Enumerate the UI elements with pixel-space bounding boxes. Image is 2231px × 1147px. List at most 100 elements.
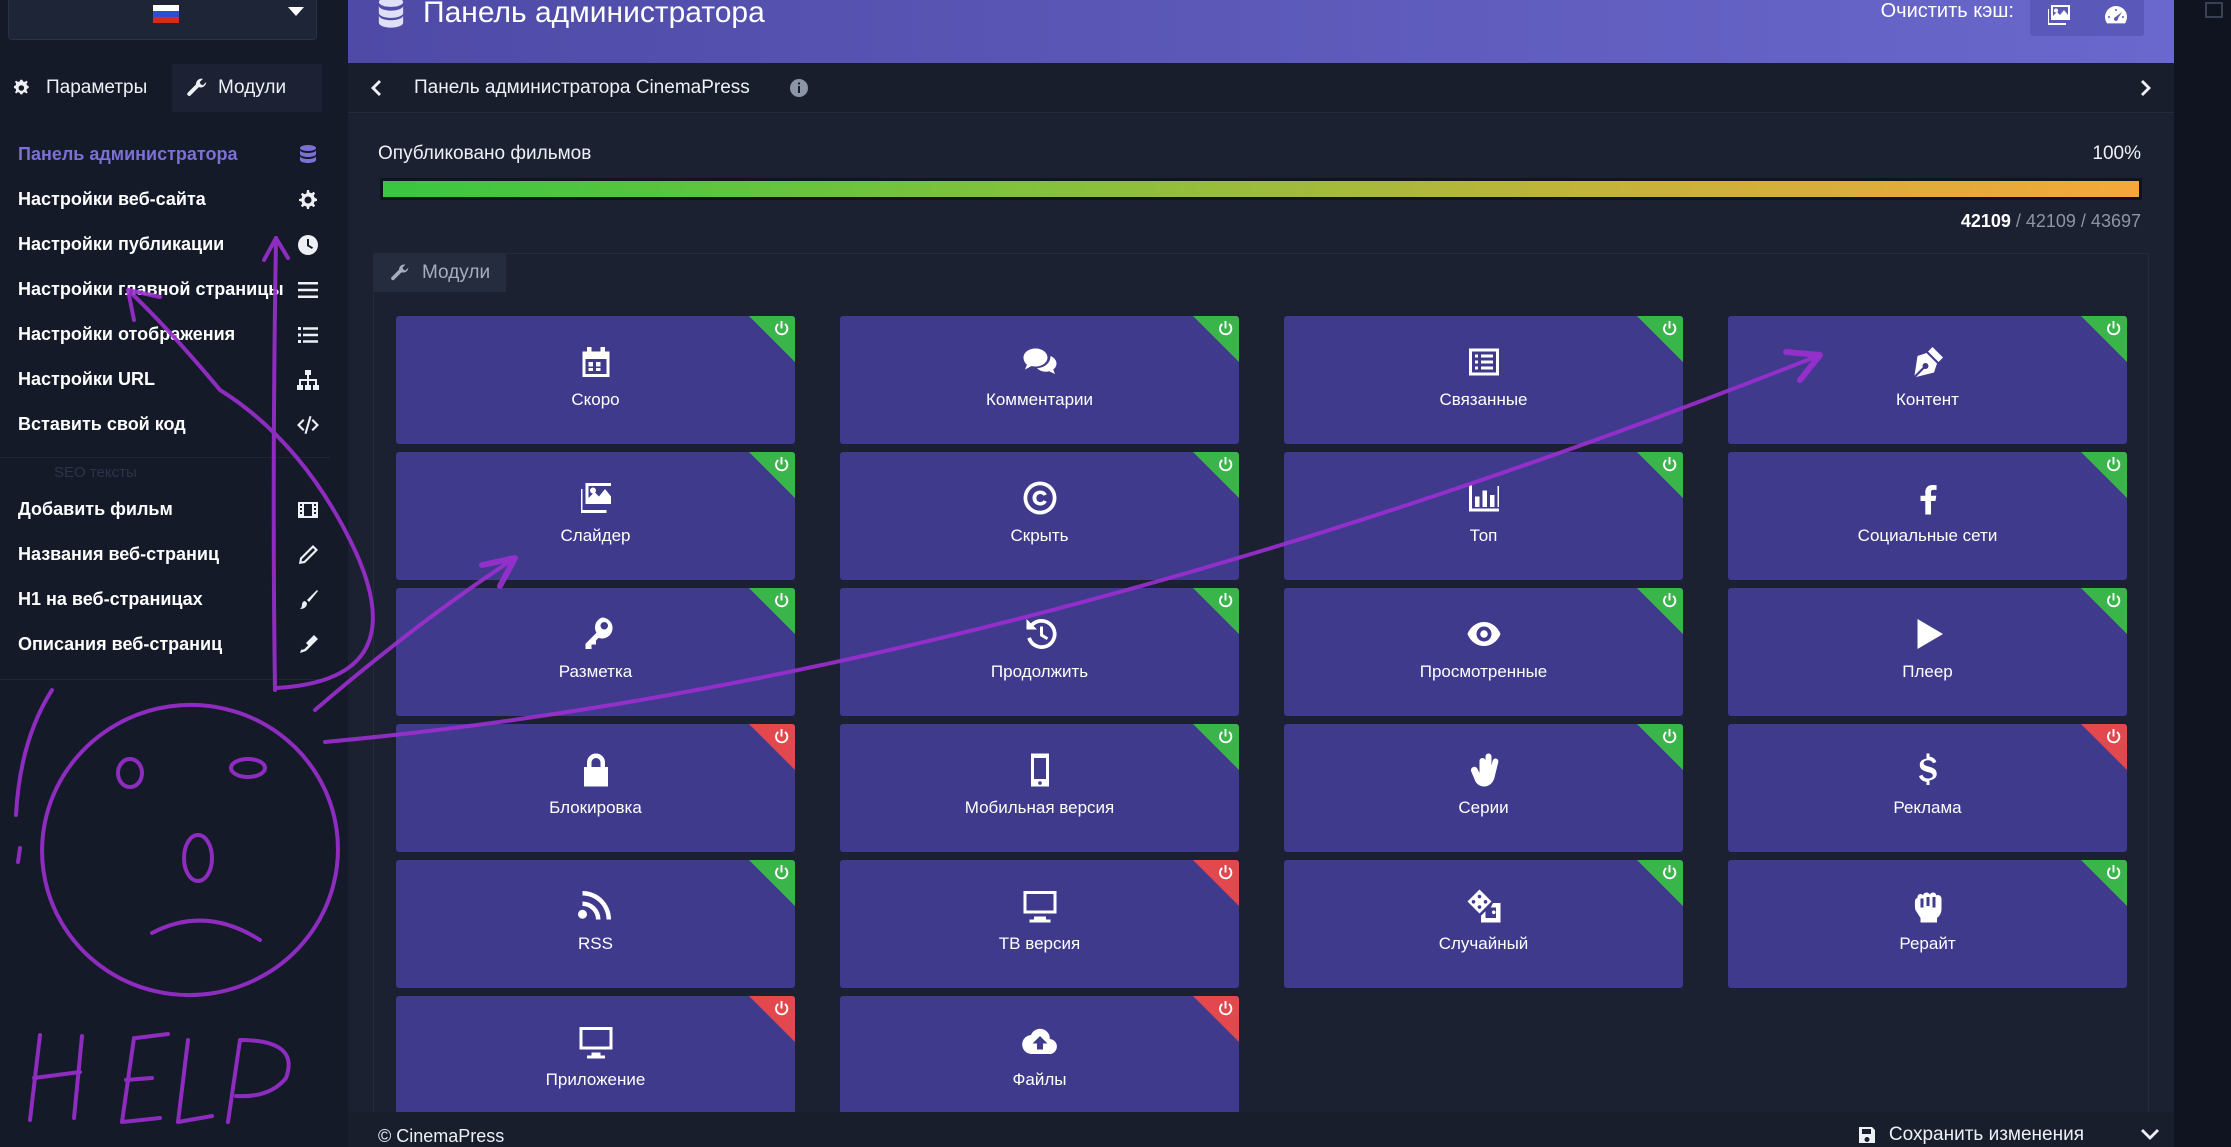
sidebar-item-url-settings[interactable]: Настройки URL (0, 357, 330, 402)
module-card[interactable]: Комментарии (840, 316, 1239, 444)
save-changes-label: Сохранить изменения (1888, 1124, 2084, 1145)
published-progress-bar (380, 178, 2142, 200)
power-icon[interactable] (1217, 1000, 1234, 1017)
power-icon[interactable] (2105, 728, 2122, 745)
sidebar: Параметры Модули Панель администратора Н… (0, 0, 348, 1147)
module-card[interactable]: RSS (396, 860, 795, 988)
language-select[interactable] (8, 0, 317, 40)
module-card[interactable]: Скрыть (840, 452, 1239, 580)
module-card[interactable]: Случайный (1284, 860, 1683, 988)
clear-image-cache-button[interactable] (2030, 0, 2087, 36)
sidebar-item-page-titles[interactable]: Названия веб-страниц (0, 532, 330, 577)
chart-bar-icon (1466, 480, 1502, 516)
module-card[interactable]: Файлы (840, 996, 1239, 1124)
sidebar-item-h1[interactable]: H1 на веб-страницах (0, 577, 330, 622)
clear-speed-cache-button[interactable] (2087, 0, 2144, 36)
module-card[interactable]: Мобильная версия (840, 724, 1239, 852)
hand-spock-icon (1466, 752, 1502, 788)
module-card[interactable]: Связанные (1284, 316, 1683, 444)
chevron-down-icon[interactable] (2140, 1126, 2160, 1142)
module-card-label: Скрыть (1010, 526, 1069, 545)
tab-modules[interactable]: Модули (172, 64, 322, 112)
tab-parameters[interactable]: Параметры (0, 64, 161, 112)
modules-tab[interactable]: Модули (374, 254, 507, 292)
list-alt-icon (1466, 344, 1502, 380)
power-icon[interactable] (773, 456, 790, 473)
save-changes-button[interactable]: Сохранить изменения (1857, 1124, 2084, 1146)
module-card[interactable]: Социальные сети (1728, 452, 2127, 580)
sidebar-item-add-film[interactable]: Добавить фильм (0, 487, 330, 532)
module-card[interactable]: Приложение (396, 996, 795, 1124)
wrench-icon (391, 264, 409, 281)
key-icon (578, 616, 614, 652)
module-card[interactable]: Скоро (396, 316, 795, 444)
gears-icon (14, 79, 29, 95)
copyright-icon (1022, 480, 1058, 516)
power-icon[interactable] (2105, 592, 2122, 609)
gear-icon (296, 188, 320, 212)
module-card-label: Комментарии (985, 390, 1094, 409)
sidebar-item-label: Вставить свой код (18, 414, 186, 434)
module-card-label: Рерайт (1899, 934, 1956, 953)
sidebar-item-homepage-settings[interactable]: Настройки главной страницы (0, 267, 330, 312)
tab-modules-label: Модули (218, 77, 287, 98)
module-card-label: ТВ версия (998, 934, 1081, 953)
module-card[interactable]: Слайдер (396, 452, 795, 580)
eye-icon (1466, 616, 1502, 652)
module-card-label: Социальные сети (1857, 526, 1998, 545)
sidebar-item-publication-settings[interactable]: Настройки публикации (0, 222, 330, 267)
power-icon[interactable] (1661, 592, 1678, 609)
module-card[interactable]: Серии (1284, 724, 1683, 852)
sitemap-icon (296, 368, 320, 392)
module-card[interactable]: Контент (1728, 316, 2127, 444)
dice-icon (1466, 888, 1502, 924)
module-card[interactable]: Продолжить (840, 588, 1239, 716)
module-card[interactable]: Просмотренные (1284, 588, 1683, 716)
power-icon[interactable] (1661, 320, 1678, 337)
sidebar-item-insert-code[interactable]: Вставить свой код (0, 402, 330, 447)
module-card[interactable]: Рерайт (1728, 860, 2127, 988)
power-icon[interactable] (773, 1000, 790, 1017)
power-icon[interactable] (773, 320, 790, 337)
module-card[interactable]: Плеер (1728, 588, 2127, 716)
power-icon[interactable] (1217, 320, 1234, 337)
film-counts: 42109 / 42109 / 43697 (1961, 211, 2141, 232)
module-card[interactable]: Топ (1284, 452, 1683, 580)
power-icon[interactable] (1217, 592, 1234, 609)
module-card-label: Скоро (571, 390, 620, 409)
power-icon[interactable] (773, 728, 790, 745)
sidebar-item-page-descriptions[interactable]: Описания веб-страниц (0, 622, 330, 667)
sidebar-item-display-settings[interactable]: Настройки отображения (0, 312, 330, 357)
power-icon[interactable] (773, 864, 790, 881)
main-content: Опубликовано фильмов 100% 42109 / 42109 … (348, 113, 2174, 1124)
power-icon[interactable] (1217, 864, 1234, 881)
module-card[interactable]: Блокировка (396, 724, 795, 852)
published-percent: 100% (2092, 143, 2141, 164)
pen-nib-icon (1910, 344, 1946, 380)
chevron-left-icon[interactable] (366, 77, 386, 99)
module-card-label: Серии (1458, 798, 1509, 817)
sidebar-item-website-settings[interactable]: Настройки веб-сайта (0, 177, 330, 222)
power-icon[interactable] (1217, 728, 1234, 745)
sidebar-item-admin-panel[interactable]: Панель администратора (0, 132, 330, 177)
tv-icon (1022, 888, 1058, 924)
power-icon[interactable] (2105, 320, 2122, 337)
module-card[interactable]: Реклама (1728, 724, 2127, 852)
clock-icon (296, 233, 320, 257)
facebook-icon (1910, 480, 1946, 516)
info-icon[interactable] (788, 77, 810, 99)
power-icon[interactable] (1661, 864, 1678, 881)
module-card[interactable]: ТВ версия (840, 860, 1239, 988)
lock-icon (578, 752, 614, 788)
power-icon[interactable] (2105, 456, 2122, 473)
power-icon[interactable] (1217, 456, 1234, 473)
power-icon[interactable] (2105, 864, 2122, 881)
power-icon[interactable] (773, 592, 790, 609)
module-card-label: Реклама (1893, 798, 1962, 817)
power-icon[interactable] (1661, 728, 1678, 745)
dollar-icon (1910, 752, 1946, 788)
chevron-right-icon[interactable] (2136, 77, 2156, 99)
module-card[interactable]: Разметка (396, 588, 795, 716)
power-icon[interactable] (1661, 456, 1678, 473)
published-films-label: Опубликовано фильмов (378, 143, 592, 164)
